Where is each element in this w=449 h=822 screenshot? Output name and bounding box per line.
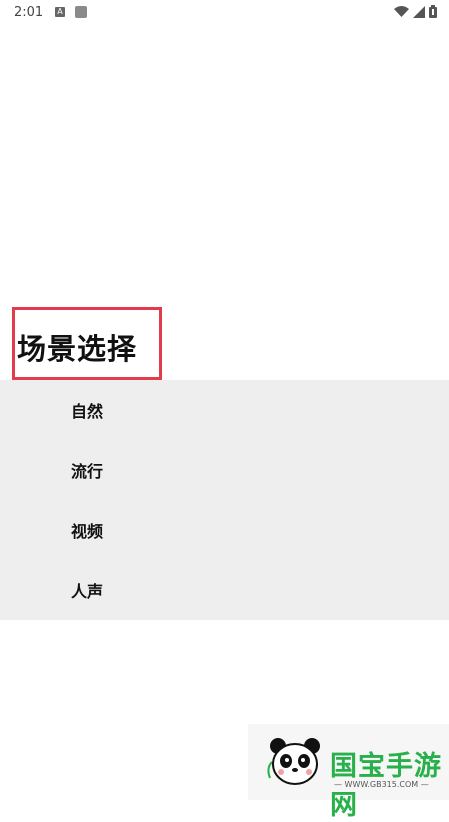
menu-item-vocal[interactable]: 人声 [71, 578, 103, 602]
status-bar: 2:01 A [0, 0, 449, 26]
signal-icon [413, 5, 425, 18]
notification-image-icon [75, 6, 87, 18]
battery-icon [429, 5, 437, 18]
panda-logo-icon [264, 734, 326, 796]
watermark-logo: 国宝手游网 — WWW.GB315.COM — [248, 724, 449, 821]
brand-url: — WWW.GB315.COM — [334, 780, 429, 789]
menu-item-video[interactable]: 视频 [71, 518, 103, 542]
notification-a-icon: A [55, 7, 65, 17]
status-time: 2:01 [14, 5, 44, 20]
page-title: 场景选择 [17, 332, 138, 366]
wifi-icon [394, 5, 409, 18]
status-right-icons [394, 5, 437, 18]
menu-item-popular[interactable]: 流行 [71, 458, 103, 482]
scene-menu: 自然 流行 视频 人声 [0, 380, 449, 620]
menu-item-nature[interactable]: 自然 [71, 398, 103, 422]
